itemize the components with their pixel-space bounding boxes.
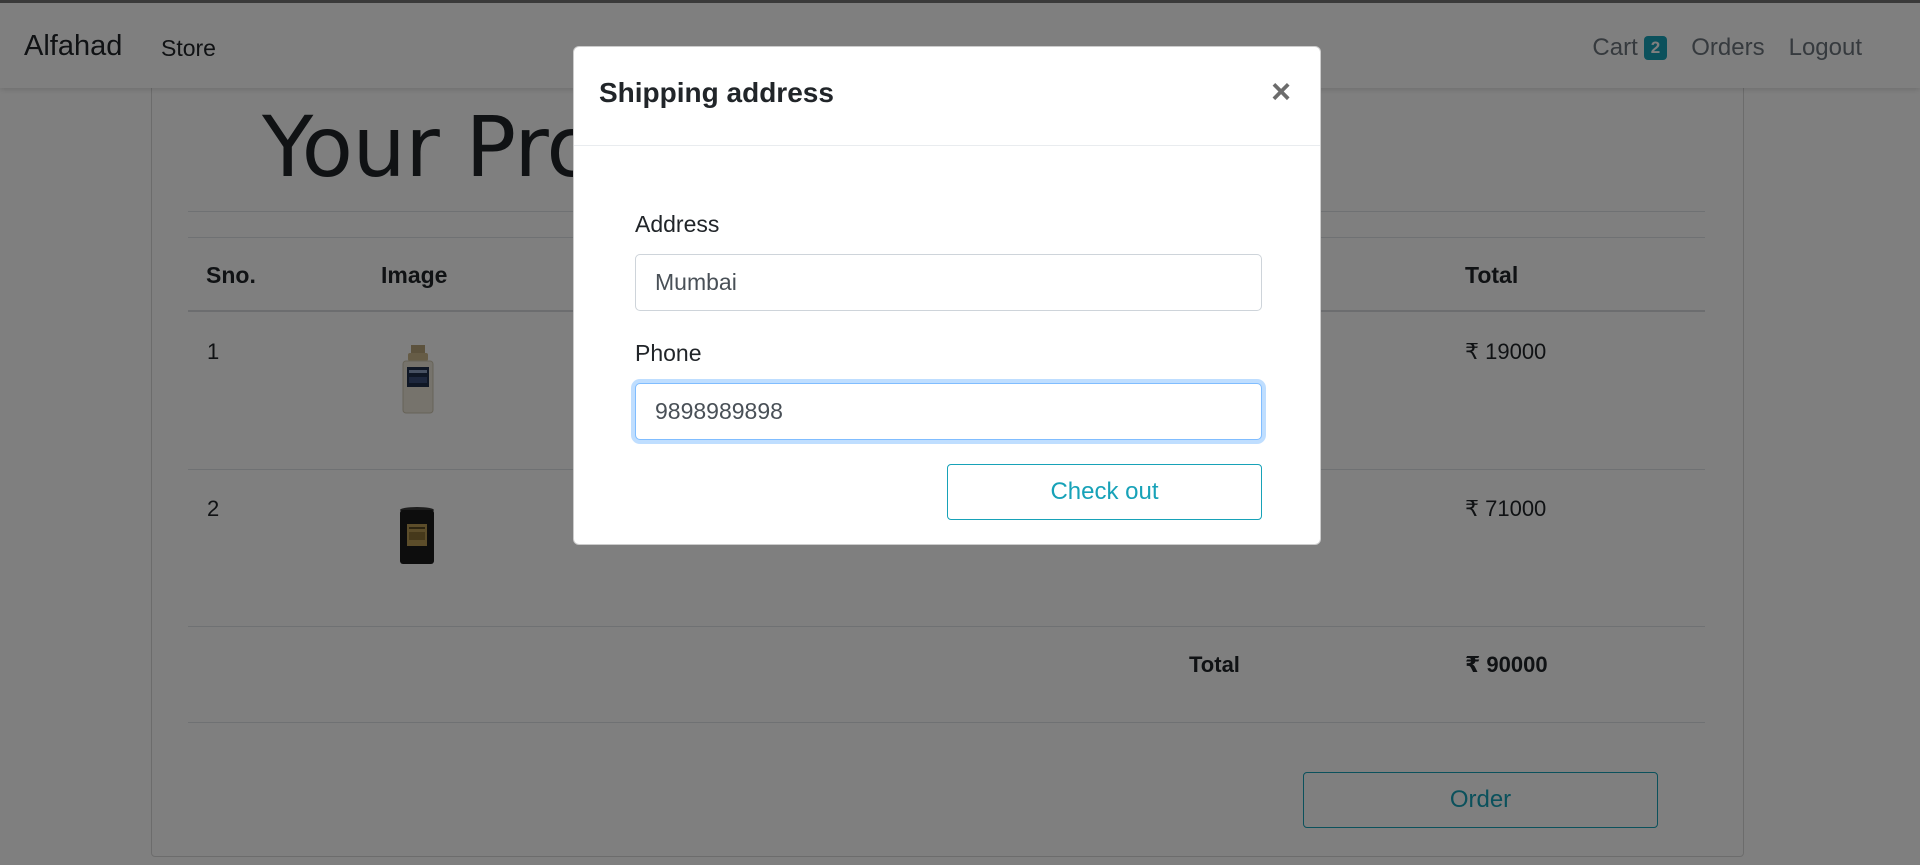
phone-label: Phone	[635, 340, 702, 366]
address-input[interactable]	[635, 254, 1262, 311]
checkout-button[interactable]: Check out	[947, 464, 1262, 520]
modal-header: Shipping address ×	[574, 47, 1320, 146]
phone-input[interactable]	[635, 383, 1262, 440]
modal-title: Shipping address	[599, 77, 834, 108]
shipping-address-modal: Shipping address × Address Phone Check o…	[573, 46, 1321, 545]
address-label: Address	[635, 211, 720, 237]
close-icon[interactable]: ×	[1266, 75, 1296, 109]
window-top-edge	[0, 0, 1920, 3]
